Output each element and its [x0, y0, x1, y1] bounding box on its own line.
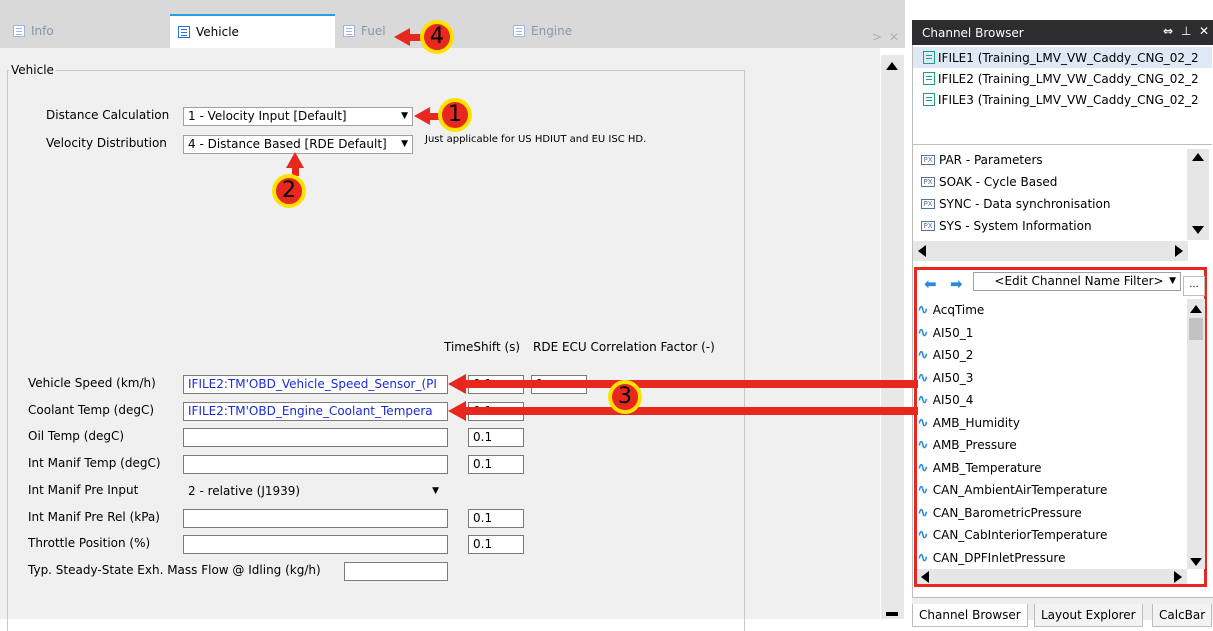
arrow-head: [414, 107, 430, 125]
annotation-badge-2: 2: [272, 174, 306, 208]
annotation-badge-1: 1: [438, 98, 472, 132]
annotation-arrows: [286, 28, 918, 421]
arrow-head: [448, 401, 466, 421]
annotation-badge-3: 3: [608, 380, 642, 414]
arrow-shaft: [460, 380, 918, 388]
arrow-head: [394, 28, 410, 46]
arrow-head: [448, 374, 466, 394]
arrow-head: [286, 152, 304, 168]
annotation-badge-4: 4: [420, 20, 454, 54]
arrow-shaft: [460, 407, 918, 415]
